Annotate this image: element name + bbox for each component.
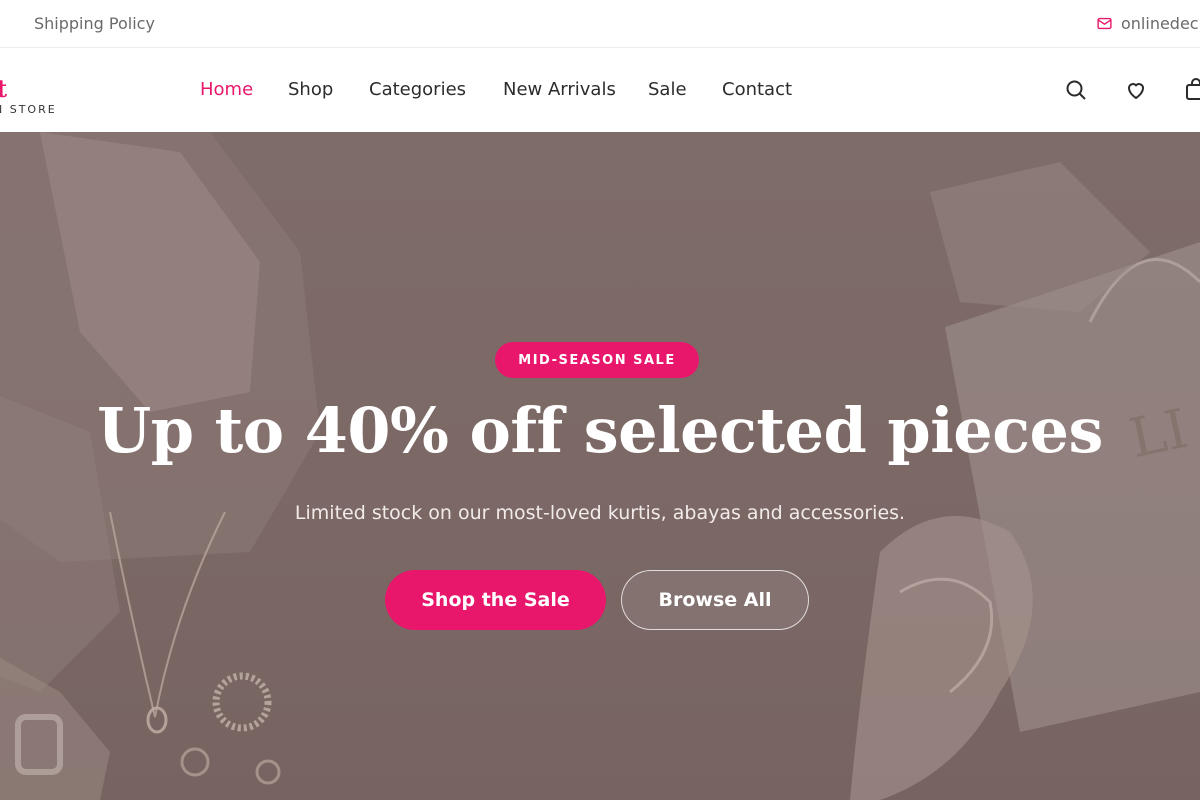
nav-new-arrivals[interactable]: New Arrivals [503,79,616,100]
hero-banner: LI MID-SEASON SALE Up to 40% off selecte… [0,132,1200,800]
hero-headline: Up to 40% off selected pieces [97,394,1103,467]
nav-sale[interactable]: Sale [648,79,687,100]
heart-icon[interactable] [1124,78,1148,102]
cart-icon[interactable] [1184,78,1200,102]
email-address: onlinedec [1121,14,1199,33]
sale-badge: MID-SEASON SALE [495,342,699,378]
main-header: t N STORE Home Shop Categories New Arriv… [0,48,1200,132]
shipping-policy-link[interactable]: Shipping Policy [34,14,155,33]
logo-tagline: N STORE [0,103,57,116]
hero-subline: Limited stock on our most-loved kurtis, … [294,502,906,524]
top-utility-bar: t Shipping Policy onlinedec [0,0,1200,48]
email-contact[interactable]: onlinedec [1096,14,1199,33]
shop-the-sale-button[interactable]: Shop the Sale [385,570,606,630]
nav-home[interactable]: Home [200,79,253,100]
nav-shop[interactable]: Shop [288,79,333,100]
mail-icon [1097,17,1112,30]
logo[interactable]: t [0,74,7,103]
search-icon[interactable] [1064,78,1088,102]
nav-contact[interactable]: Contact [722,79,792,100]
nav-categories[interactable]: Categories [369,79,466,100]
browse-all-button[interactable]: Browse All [621,570,809,630]
